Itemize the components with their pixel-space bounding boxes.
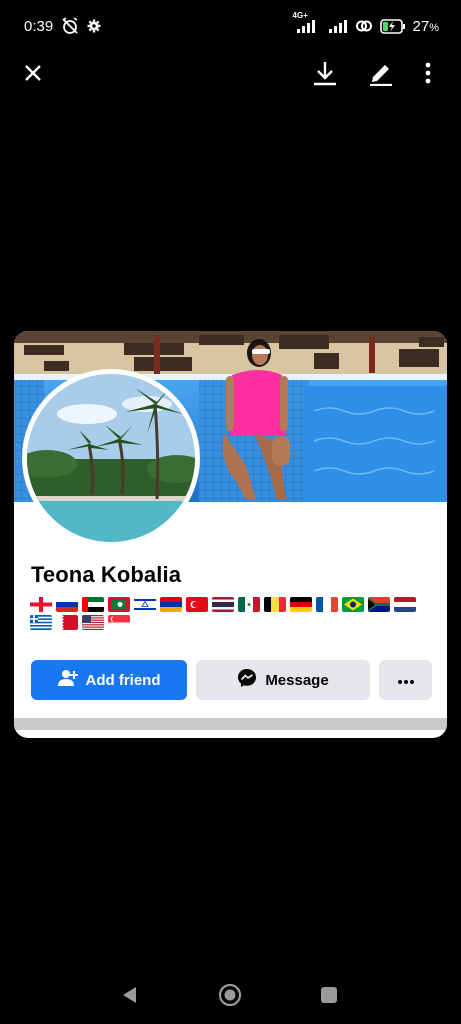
flag-france-icon [316,597,338,612]
recents-square-icon [320,986,338,1009]
alarm-off-icon [60,17,80,35]
home-button[interactable] [215,982,245,1012]
more-options-button[interactable] [408,55,448,95]
flag-turkey-icon [186,597,208,612]
flag-thailand-icon [212,597,234,612]
flag-brazil-icon [342,597,364,612]
profile-avatar[interactable] [22,369,200,547]
flag-maldives-icon [108,597,130,612]
flag-germany-icon [290,597,312,612]
message-label: Message [265,671,329,689]
more-horizontal-icon [397,672,415,689]
flag-south-africa-icon [368,597,390,612]
messenger-icon [237,668,257,692]
action-buttons: Add friend Message [31,660,432,700]
network-label: 4G+ [292,11,308,20]
home-circle-icon [218,983,242,1012]
link-icon [355,18,373,34]
edit-icon [368,60,394,91]
signal-4g-icon: 4G+ [293,11,321,34]
flag-netherlands-icon [394,597,416,612]
profile-name: Teona Kobalia [31,562,182,587]
status-bar: 0:39 4G+ 27% [0,0,461,52]
add-friend-button[interactable]: Add friend [31,660,187,700]
flag-list [30,597,435,630]
back-button[interactable] [115,982,145,1012]
system-navigation-bar [0,968,461,1024]
battery-value: 27 [412,17,430,35]
status-right: 4G+ 27% [293,11,439,35]
recents-button[interactable] [314,982,344,1012]
back-triangle-icon [122,986,138,1009]
flag-russia-icon [56,597,78,612]
download-button[interactable] [305,55,345,95]
status-left: 0:39 [24,17,101,35]
flag-usa-icon [82,615,104,630]
status-time: 0:39 [24,17,54,35]
flag-israel-icon [134,597,156,612]
signal-icon [328,18,348,34]
flag-georgia-icon [30,597,52,612]
more-actions-button[interactable] [379,660,432,700]
message-button[interactable]: Message [196,660,370,700]
flag-armenia-icon [160,597,182,612]
flag-mexico-icon [238,597,260,612]
download-icon [313,60,337,91]
flag-singapore-icon [108,615,130,630]
add-friend-label: Add friend [85,671,161,689]
flag-bahrain-icon [56,615,78,630]
flag-uae-icon [82,597,104,612]
close-icon [24,64,42,87]
profile-card: Teona Kobalia Add friend Message [14,331,447,738]
add-person-icon [57,669,78,691]
battery-charging-icon [379,18,406,34]
flag-greece-icon [30,615,52,630]
battery-unit: % [429,21,439,34]
settings-gear-icon [87,19,101,33]
close-button[interactable] [13,55,53,95]
more-vertical-icon [425,62,431,89]
edit-button[interactable] [361,55,401,95]
flag-belgium-icon [264,597,286,612]
battery-level: 27% [413,18,439,35]
top-toolbar [0,55,461,95]
card-divider [14,718,447,730]
